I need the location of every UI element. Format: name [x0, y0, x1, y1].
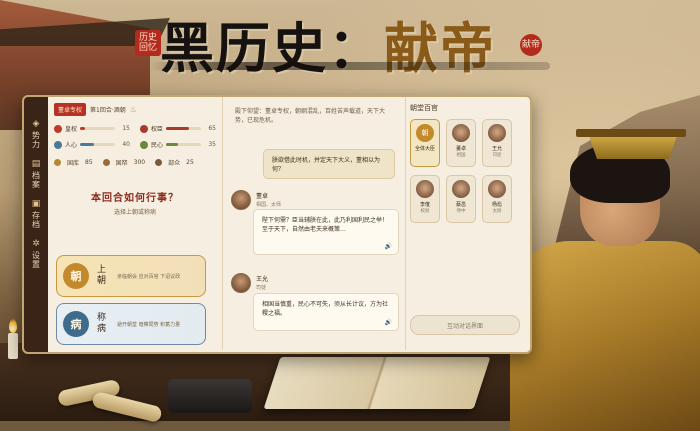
- official-portrait: [452, 124, 470, 142]
- feign-illness-desc: 避开朝堂 暗察局势 积蓄力量: [117, 321, 181, 328]
- attend-court-button[interactable]: 朝 上朝 亲临朝会 应对百官 下诏议政: [56, 255, 206, 297]
- people-bar: [166, 143, 201, 146]
- interact-dialogue-button[interactable]: 互动对话界面: [410, 315, 520, 335]
- official-card-all[interactable]: 朝 全体大臣: [410, 119, 440, 167]
- faction-tag: 董卓专权: [54, 103, 87, 116]
- officials-grid: 朝 全体大臣 董卓 相国 王允 司徒 李傕 校尉 蔡邕 侍中 杨彪 太尉: [406, 119, 524, 223]
- treasury-icon: [54, 159, 61, 166]
- officials-title: 朝堂百官: [410, 104, 438, 112]
- brush-stroke: [150, 62, 550, 70]
- speaker-icon[interactable]: 🔊: [385, 242, 392, 251]
- steam-icon: ♨: [129, 105, 137, 114]
- turn-label: 第1回合·酒朝: [90, 107, 126, 114]
- title-part2: 献帝: [384, 15, 496, 80]
- seal-stamp-right: 献帝: [520, 34, 542, 56]
- court-icon: 朝: [416, 124, 434, 142]
- menu-item-save[interactable]: ▣ 存档: [26, 199, 46, 229]
- stat-imperial-power: 皇权 15: [54, 124, 130, 133]
- power-icon: ◈: [32, 119, 40, 129]
- title-part1: 黑历史：: [160, 15, 384, 80]
- avatar: [231, 273, 251, 293]
- turn-bar: 董卓专权 第1回合·酒朝 ♨: [54, 103, 216, 116]
- official-card-caiyong[interactable]: 蔡邕 侍中: [446, 175, 476, 223]
- officials-column: 朝堂百官 朝 全体大臣 董卓 相国 王允 司徒 李傕 校尉 蔡邕 侍中 杨彪 太…: [406, 103, 524, 346]
- speaker-dongzhuo: 董卓 相国、太师: [231, 190, 281, 210]
- emperor-robe: [510, 241, 700, 431]
- emperor-crown-board: [576, 129, 686, 137]
- seal-stamp-left: 历史回忆: [135, 30, 161, 56]
- official-portrait: [488, 124, 506, 142]
- official-card-dongzhuo[interactable]: 董卓 相国: [446, 119, 476, 167]
- imperial-power-icon: [54, 124, 62, 133]
- official-portrait: [416, 180, 434, 198]
- stat-support: 人心 40: [54, 140, 130, 149]
- stat-people: 民心 35: [140, 140, 216, 149]
- open-book: [263, 357, 491, 409]
- official-portrait: [488, 180, 506, 198]
- player-message: 朕欲借此时机，并定天下大义，董相以为何？: [263, 149, 395, 179]
- troops-icon: [155, 159, 163, 166]
- save-icon: ▣: [31, 199, 41, 209]
- menu-item-power[interactable]: ◈ 势力: [26, 119, 46, 149]
- reply-dongzhuo: 陛下何需？臣当辅朕在此，此乃利国利民之举！至于天下，自然由老夫来概策… 🔊: [253, 209, 399, 255]
- archive-icon: ▤: [31, 159, 41, 169]
- menu-item-settings[interactable]: ✲ 设置: [26, 239, 46, 269]
- side-menu: ◈ 势力 ▤ 档案 ▣ 存档 ✲ 设置: [24, 97, 48, 352]
- minister-power-icon: [140, 124, 148, 133]
- official-card-wangyun[interactable]: 王允 司徒: [482, 119, 512, 167]
- turn-question: 本回合如何行事？: [91, 193, 179, 204]
- turn-question-sub: 选择上朝或称病: [113, 209, 156, 216]
- status-column: 董卓专权 第1回合·酒朝 ♨ 皇权 15 权臣 65 人心 40 民心 35 国…: [54, 103, 216, 346]
- minister-power-bar: [166, 127, 201, 130]
- reply-wangyun: 相国当慎重，民心不可失，须从长计议，方为社稷之福。 🔊: [253, 293, 399, 331]
- candle-flame: [9, 319, 17, 333]
- official-card-yangbiao[interactable]: 杨彪 太尉: [482, 175, 512, 223]
- main-panel: ◈ 势力 ▤ 档案 ▣ 存档 ✲ 设置 董卓专权 第1回合·酒朝 ♨ 皇权 15 权臣 …: [22, 95, 532, 354]
- funds-icon: [102, 159, 110, 166]
- menu-item-archive[interactable]: ▤ 档案: [26, 159, 46, 189]
- gear-icon: ✲: [32, 239, 40, 249]
- stats-grid: 皇权 15 权臣 65 人心 40 民心 35: [54, 124, 216, 149]
- official-card-lijue[interactable]: 李傕 校尉: [410, 175, 440, 223]
- candle: [8, 333, 18, 359]
- attend-court-desc: 亲临朝会 应对百官 下诏议政: [117, 273, 181, 280]
- emperor-character: [510, 121, 700, 431]
- attend-court-label: 上朝: [97, 265, 107, 286]
- support-bar: [80, 143, 115, 146]
- court-badge-icon: 朝: [63, 263, 89, 289]
- illness-badge-icon: 病: [63, 311, 89, 337]
- dialogue-column: 殿下仰望：董卓专权，朝纲混乱，百姓苦声载道，天下大势，已现危机。 朕欲借此时机，…: [222, 97, 406, 350]
- narration-text: 殿下仰望：董卓专权，朝纲混乱，百姓苦声载道，天下大势，已现危机。: [235, 108, 386, 124]
- resources-row: 国库 85 国帑 300 部众 25: [54, 158, 216, 167]
- speaker-wangyun: 王允 司徒: [231, 273, 268, 293]
- avatar: [231, 190, 251, 210]
- inkstone: [168, 379, 252, 413]
- feign-illness-button[interactable]: 病 称病 避开朝堂 暗察局势 积蓄力量: [56, 303, 206, 345]
- people-icon: [140, 140, 148, 149]
- support-icon: [54, 140, 62, 149]
- stat-minister-power: 权臣 65: [140, 124, 216, 133]
- speaker-icon[interactable]: 🔊: [385, 318, 392, 327]
- imperial-power-bar: [80, 127, 115, 130]
- feign-illness-label: 称病: [97, 313, 107, 334]
- official-portrait: [452, 180, 470, 198]
